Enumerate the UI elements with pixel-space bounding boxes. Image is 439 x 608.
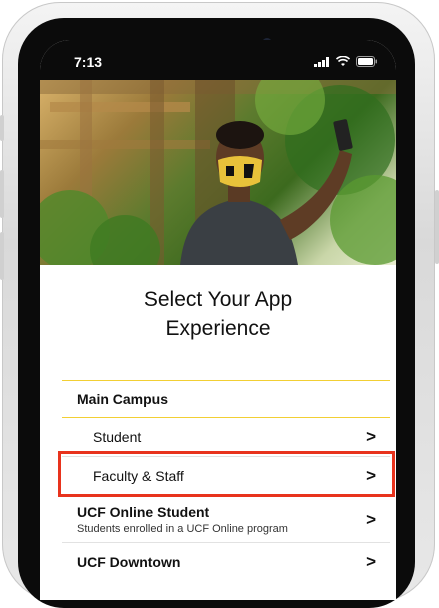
power-button <box>435 190 439 264</box>
hero-photo <box>40 80 396 265</box>
menu-item-ucf-downtown[interactable]: UCF Downtown > <box>62 543 390 581</box>
chevron-right-icon: > <box>366 552 376 571</box>
page-title: Select Your App Experience <box>40 285 396 343</box>
menu-item-ucf-online-description: Students enrolled in a UCF Online progra… <box>77 522 288 535</box>
section-main-campus: Main Campus <box>62 381 390 417</box>
volume-up-button <box>0 170 4 218</box>
mute-switch <box>0 115 4 141</box>
status-time: 7:13 <box>74 54 103 70</box>
menu-item-student-label: Student <box>93 429 142 445</box>
page-title-line2: Experience <box>165 317 271 340</box>
page-title-line1: Select Your App <box>143 288 293 311</box>
section-main-campus-label: Main Campus <box>77 391 169 407</box>
menu-item-faculty-staff-label: Faculty & Staff <box>93 468 184 484</box>
wifi-icon <box>335 54 351 72</box>
menu-item-ucf-downtown-label: UCF Downtown <box>77 554 181 570</box>
man-in-face-mask-taking-selfie-icon <box>40 80 396 265</box>
status-icons <box>314 54 378 72</box>
experience-menu: Main Campus Student > Faculty & Staff > … <box>62 380 390 581</box>
menu-item-ucf-online-student[interactable]: UCF Online Student Students enrolled in … <box>62 496 390 542</box>
status-bar: 7:13 <box>40 40 396 80</box>
menu-item-ucf-online-label: UCF Online Student <box>77 503 210 520</box>
app-screen: 7:13 Select Your App Experience Main Cam… <box>40 40 396 600</box>
chevron-right-icon: > <box>366 510 376 529</box>
chevron-right-icon: > <box>366 466 376 485</box>
signal-icon <box>314 54 330 72</box>
menu-item-faculty-staff[interactable]: Faculty & Staff > <box>62 457 390 495</box>
chevron-right-icon: > <box>366 427 376 446</box>
battery-icon <box>356 54 378 72</box>
volume-down-button <box>0 232 4 280</box>
menu-item-student[interactable]: Student > <box>62 418 390 456</box>
